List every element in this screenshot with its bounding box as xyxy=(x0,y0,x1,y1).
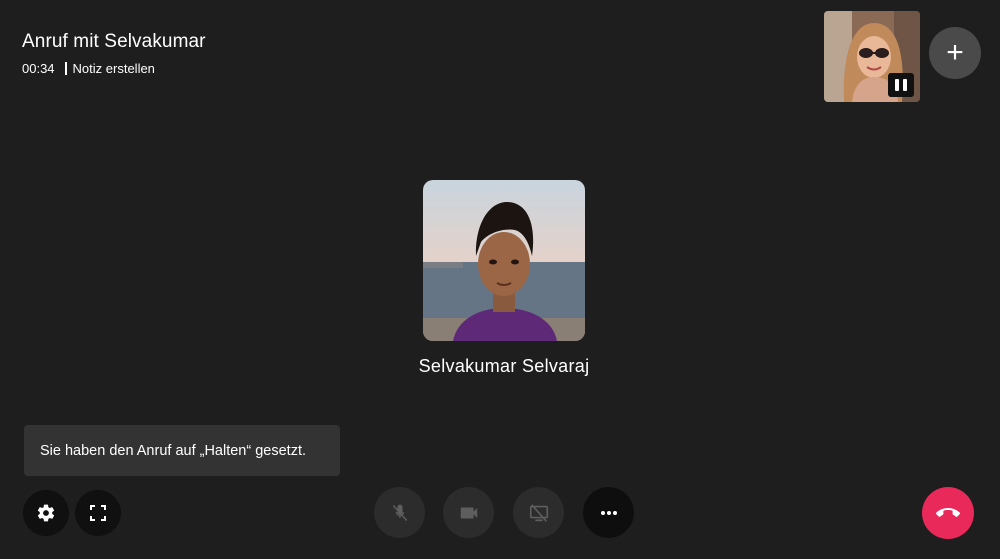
mute-microphone-button[interactable] xyxy=(374,487,425,538)
call-duration: 00:34 xyxy=(22,61,55,76)
pause-icon xyxy=(888,73,914,97)
settings-button[interactable] xyxy=(23,490,69,536)
hold-notification-toast: Sie haben den Anruf auf „Halten“ gesetzt… xyxy=(24,425,340,476)
fullscreen-button[interactable] xyxy=(75,490,121,536)
separator xyxy=(64,62,67,75)
callee-avatar xyxy=(423,180,585,341)
self-view-thumbnail[interactable] xyxy=(824,11,920,102)
callee-name: Selvakumar Selvaraj xyxy=(418,356,590,376)
hang-up-icon xyxy=(936,508,960,517)
call-meta: 00:34 Notiz erstellen xyxy=(22,61,206,76)
fullscreen-icon xyxy=(90,505,106,521)
camera-icon xyxy=(460,507,477,518)
call-header: Anruf mit Selvakumar 00:34 Notiz erstell… xyxy=(22,31,206,76)
settings-icon xyxy=(37,504,55,522)
more-horizontal-icon xyxy=(600,510,617,515)
create-note-link[interactable]: Notiz erstellen xyxy=(73,61,155,76)
more-options-button[interactable] xyxy=(583,487,634,538)
screen-share-button[interactable] xyxy=(513,487,564,538)
call-title: Anruf mit Selvakumar xyxy=(22,31,206,52)
toast-message: Sie haben den Anruf auf „Halten“ gesetzt… xyxy=(40,442,307,459)
screen-share-off-icon xyxy=(529,503,548,522)
mic-off-icon xyxy=(392,504,407,521)
add-participant-button[interactable]: + xyxy=(929,27,981,79)
hang-up-button[interactable] xyxy=(922,487,974,539)
camera-button[interactable] xyxy=(443,487,494,538)
